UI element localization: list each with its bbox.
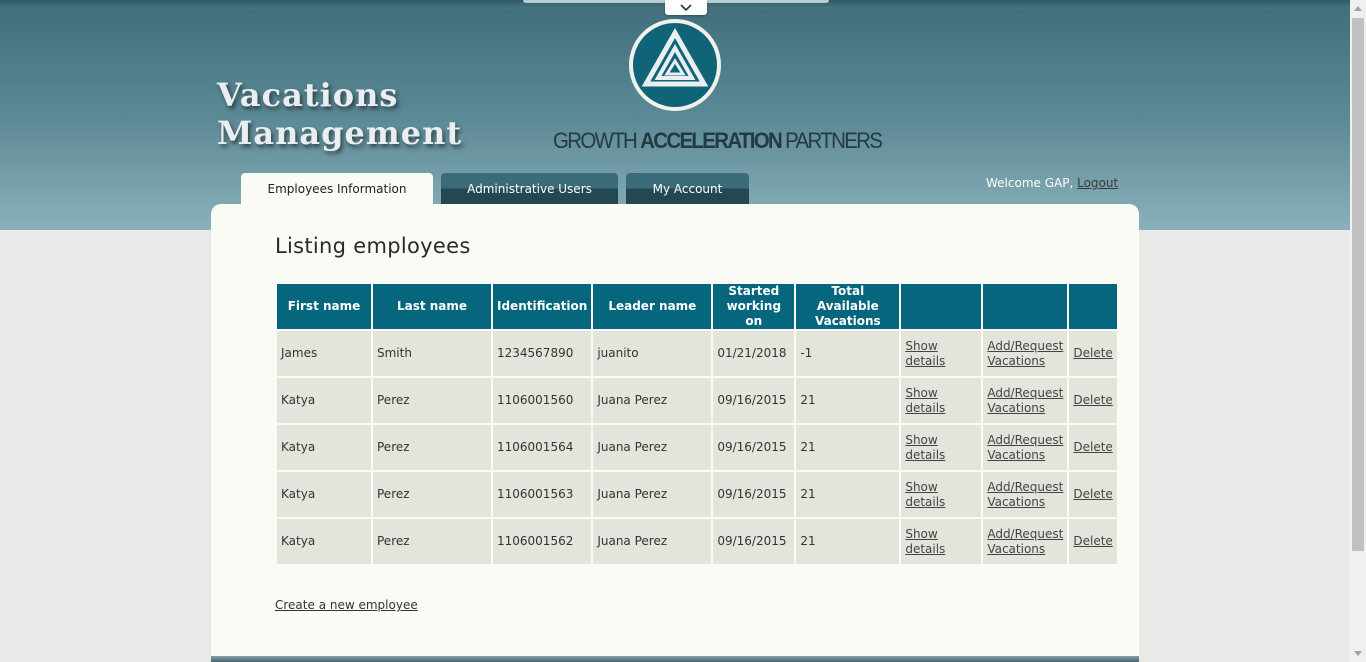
show-details-link[interactable]: Show details [905,386,945,415]
delete-cell: Delete [1069,331,1117,376]
caret-down-icon [1354,651,1362,656]
add-request-vacations-link[interactable]: Add/Request Vacations [987,433,1063,462]
column-header-delete [1069,284,1117,329]
delete-link[interactable]: Delete [1073,440,1112,454]
welcome-area: Welcome GAP, Logout [986,176,1118,190]
cell-first-name: Katya [277,378,371,423]
cell-leader-name: Juana Perez [593,425,712,470]
column-header-started: Started working on [713,284,795,329]
cell-started-date: 09/16/2015 [713,472,795,517]
app-title-line2: Management [217,114,463,152]
show-details-link[interactable]: Show details [905,480,945,509]
add-request-vacations-cell: Add/Request Vacations [983,378,1068,423]
collapse-toggle-button[interactable] [665,0,707,15]
cell-total-vacations: 21 [796,472,900,517]
cell-last-name: Perez [373,378,491,423]
cell-first-name: Katya [277,472,371,517]
cell-started-date: 09/16/2015 [713,425,795,470]
cell-identification: 1106001564 [493,425,592,470]
cell-last-name: Smith [373,331,491,376]
logout-link[interactable]: Logout [1077,176,1118,190]
delete-cell: Delete [1069,472,1117,517]
scroll-up-arrow[interactable] [1350,0,1366,17]
page-title: Listing employees [275,234,471,258]
table-row: Katya Perez 1106001563 Juana Perez 09/16/201… [277,472,1117,517]
cell-identification: 1106001562 [493,519,592,564]
cell-first-name: Katya [277,425,371,470]
tab-employees-information[interactable]: Employees Information [241,173,433,204]
show-details-cell: Show details [901,472,982,517]
cell-identification: 1234567890 [493,331,592,376]
cell-identification: 1106001560 [493,378,592,423]
show-details-cell: Show details [901,425,982,470]
main-content: Listing employees First name Last name I… [211,204,1139,656]
cell-first-name: Katya [277,519,371,564]
table-row: Katya Perez 1106001562 Juana Perez 09/16/201… [277,519,1117,564]
cell-leader-name: Juana Perez [593,378,712,423]
show-details-cell: Show details [901,331,982,376]
table-body: James Smith 1234567890 juanito 01/21/2018 -1 S… [277,331,1117,564]
cell-started-date: 01/21/2018 [713,331,795,376]
cell-total-vacations: -1 [796,331,900,376]
tab-my-account[interactable]: My Account [626,173,749,204]
add-request-vacations-cell: Add/Request Vacations [983,331,1068,376]
cell-identification: 1106001563 [493,472,592,517]
delete-link[interactable]: Delete [1073,534,1112,548]
footer-bar [211,656,1139,662]
table-row: Katya Perez 1106001560 Juana Perez 09/16/201… [277,378,1117,423]
employees-table: First name Last name Identification Lead… [275,282,1119,566]
create-employee-link[interactable]: Create a new employee [275,598,418,612]
add-request-vacations-cell: Add/Request Vacations [983,472,1068,517]
delete-cell: Delete [1069,425,1117,470]
delete-link[interactable]: Delete [1073,487,1112,501]
cell-total-vacations: 21 [796,425,900,470]
company-logo-text: GROWTH ACCELERATION PARTNERS [553,128,883,153]
delete-cell: Delete [1069,519,1117,564]
column-header-last-name: Last name [373,284,491,329]
cell-last-name: Perez [373,425,491,470]
add-request-vacations-cell: Add/Request Vacations [983,519,1068,564]
add-request-vacations-link[interactable]: Add/Request Vacations [987,386,1063,415]
column-header-identification: Identification [493,284,592,329]
cell-last-name: Perez [373,519,491,564]
delete-link[interactable]: Delete [1073,346,1112,360]
table-row: Katya Perez 1106001564 Juana Perez 09/16/201… [277,425,1117,470]
column-header-first-name: First name [277,284,371,329]
add-request-vacations-link[interactable]: Add/Request Vacations [987,527,1063,556]
table-header-row: First name Last name Identification Lead… [277,284,1117,329]
delete-link[interactable]: Delete [1073,393,1112,407]
add-request-vacations-cell: Add/Request Vacations [983,425,1068,470]
show-details-link[interactable]: Show details [905,339,945,368]
caret-up-icon [1354,6,1362,11]
cell-last-name: Perez [373,472,491,517]
chevron-down-icon [680,3,692,11]
cell-total-vacations: 21 [796,519,900,564]
cell-leader-name: juanito [593,331,712,376]
welcome-text: Welcome GAP, [986,176,1074,190]
table-row: James Smith 1234567890 juanito 01/21/2018 -1 S… [277,331,1117,376]
cell-started-date: 09/16/2015 [713,378,795,423]
column-header-leader-name: Leader name [593,284,712,329]
app-title-line1: Vacations [217,76,399,114]
cell-leader-name: Juana Perez [593,472,712,517]
add-request-vacations-link[interactable]: Add/Request Vacations [987,339,1063,368]
tab-administrative-users[interactable]: Administrative Users [441,173,618,204]
show-details-link[interactable]: Show details [905,433,945,462]
add-request-vacations-link[interactable]: Add/Request Vacations [987,480,1063,509]
cell-total-vacations: 21 [796,378,900,423]
column-header-show [901,284,982,329]
cell-first-name: James [277,331,371,376]
scroll-down-arrow[interactable] [1350,645,1366,662]
show-details-cell: Show details [901,378,982,423]
column-header-add [983,284,1068,329]
company-logo-icon [629,19,721,111]
scrollbar-thumb[interactable] [1352,18,1364,551]
cell-started-date: 09/16/2015 [713,519,795,564]
show-details-link[interactable]: Show details [905,527,945,556]
show-details-cell: Show details [901,519,982,564]
column-header-total-vacations: Total Available Vacations [796,284,900,329]
cell-leader-name: Juana Perez [593,519,712,564]
delete-cell: Delete [1069,378,1117,423]
app-title: Vacations Management [217,76,477,152]
